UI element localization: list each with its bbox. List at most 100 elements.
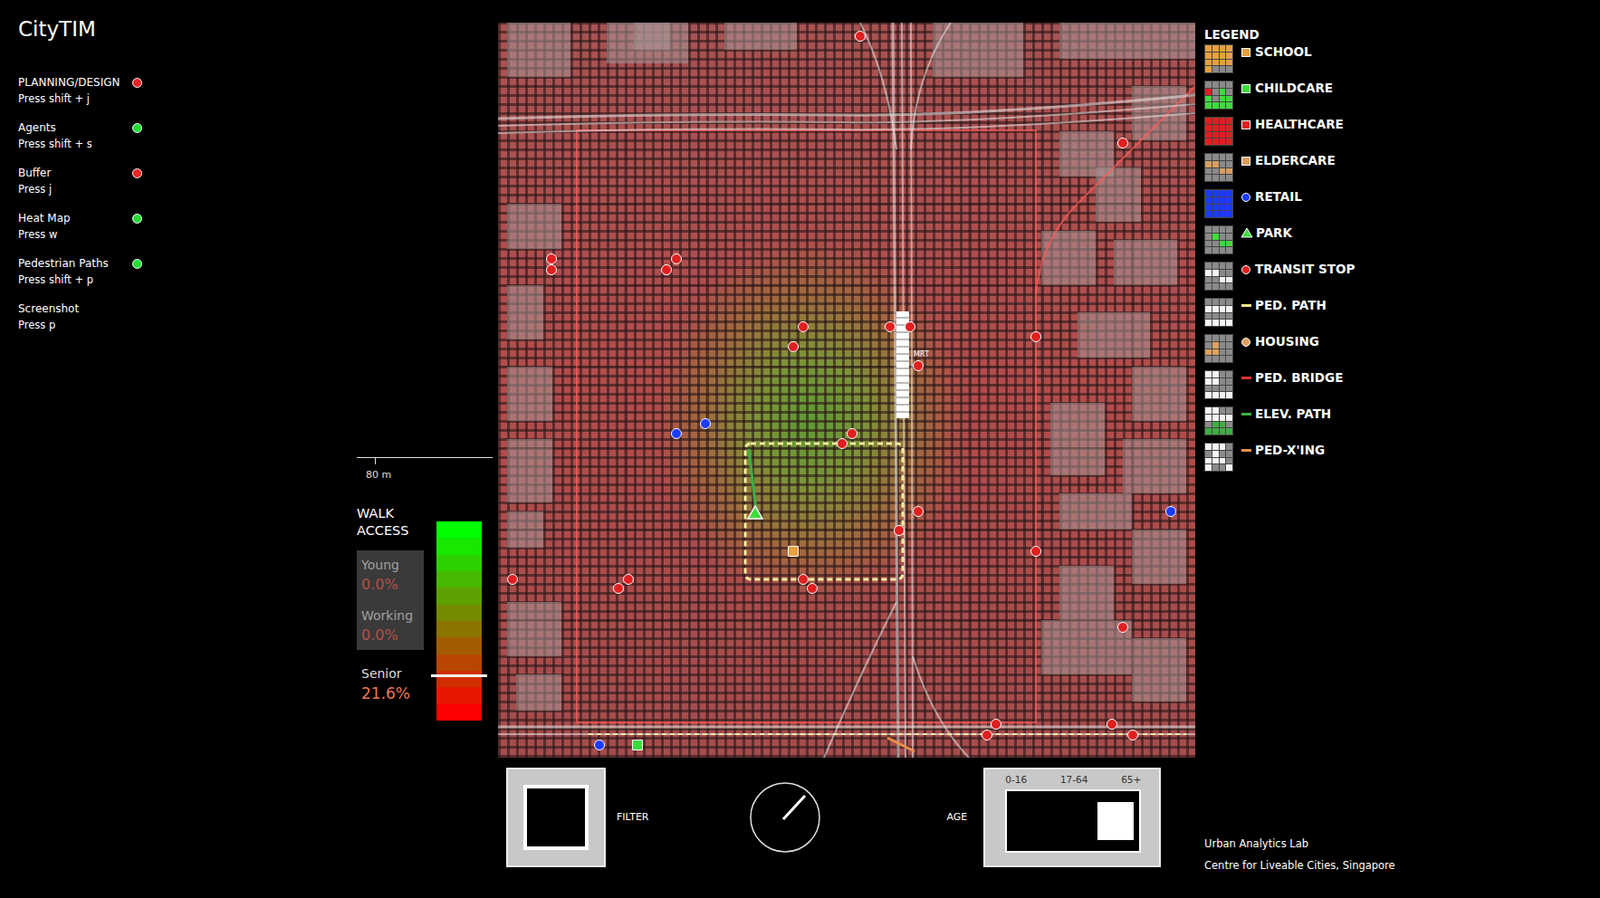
station-stripe bbox=[896, 382, 910, 384]
map-pin[interactable] bbox=[990, 718, 1002, 730]
map-pin[interactable] bbox=[1117, 137, 1129, 149]
walk-body: WALK ACCESS Young0.0% Working0.0%Senior21.… bbox=[356, 505, 493, 721]
building bbox=[1041, 230, 1096, 286]
age-group[interactable]: Young0.0% bbox=[361, 555, 421, 596]
menu-label: Buffer bbox=[18, 164, 133, 182]
age-track[interactable] bbox=[1005, 789, 1141, 853]
legend-label: ELEV. PATH bbox=[1255, 406, 1332, 422]
level-marker bbox=[431, 674, 488, 678]
map-pin[interactable] bbox=[1106, 718, 1118, 730]
legend-item: CHILDCARE bbox=[1204, 80, 1600, 117]
ped-path bbox=[745, 443, 903, 580]
map-pin[interactable] bbox=[981, 729, 993, 741]
legend-label: HEALTHCARE bbox=[1255, 116, 1344, 132]
menu-item[interactable]: BufferPress j bbox=[18, 164, 499, 198]
map-pin[interactable] bbox=[1117, 622, 1129, 633]
center-column: MRTFILTERAGE0-1617-6465+ bbox=[498, 0, 1196, 898]
roads bbox=[498, 22, 1196, 758]
toggle-dot[interactable] bbox=[132, 123, 143, 134]
menu-item[interactable]: ScreenshotPress p bbox=[18, 300, 499, 334]
age-slot[interactable] bbox=[1097, 802, 1135, 841]
map-pin[interactable] bbox=[912, 360, 924, 372]
map-pin[interactable] bbox=[797, 321, 809, 333]
map-pin[interactable] bbox=[797, 574, 809, 585]
map-pin[interactable] bbox=[1030, 331, 1042, 343]
menu-hint: Press shift + p bbox=[18, 271, 145, 288]
age-slot[interactable] bbox=[1054, 802, 1093, 841]
age-group[interactable]: Working0.0% bbox=[361, 606, 421, 647]
legend-item: HEALTHCARE bbox=[1204, 116, 1600, 154]
map-pin[interactable] bbox=[1030, 546, 1042, 557]
toggle-dot[interactable] bbox=[132, 213, 143, 224]
map-pin[interactable] bbox=[546, 264, 557, 276]
map-pin[interactable] bbox=[594, 739, 605, 751]
credits: Urban Analytics LabCentre for Liveable C… bbox=[1204, 837, 1600, 873]
building bbox=[1131, 366, 1187, 422]
map-pin[interactable] bbox=[787, 546, 799, 557]
map-pin[interactable] bbox=[1165, 506, 1177, 518]
map-pin[interactable] bbox=[846, 428, 858, 440]
legend-label: RETAIL bbox=[1255, 189, 1303, 204]
map-pin[interactable] bbox=[507, 574, 518, 585]
age-filter[interactable]: 0-1617-6465+ bbox=[983, 767, 1161, 868]
menu-item[interactable]: Heat MapPress w bbox=[18, 210, 499, 243]
building bbox=[1041, 620, 1132, 675]
legend-label: PED-X'ING bbox=[1255, 442, 1325, 458]
legend-mark bbox=[1241, 337, 1251, 347]
building bbox=[507, 366, 553, 422]
color-step bbox=[436, 654, 482, 671]
park-pin-icon[interactable] bbox=[747, 505, 764, 520]
age-group[interactable]: Senior21.6% bbox=[356, 650, 424, 705]
map-pin[interactable] bbox=[622, 574, 634, 585]
legend-label: PARK bbox=[1255, 225, 1293, 240]
compass-icon[interactable] bbox=[748, 781, 822, 854]
age-tick: 17-64 bbox=[1060, 773, 1089, 786]
boundary-curve bbox=[1035, 86, 1196, 295]
menu-hint: Press shift + s bbox=[18, 135, 145, 153]
building bbox=[1095, 167, 1141, 222]
color-step bbox=[436, 537, 482, 555]
map-pin[interactable] bbox=[699, 418, 711, 430]
toggle-dot[interactable] bbox=[132, 77, 143, 88]
map-pin[interactable] bbox=[670, 428, 682, 440]
building bbox=[1077, 312, 1150, 358]
building bbox=[1131, 638, 1187, 702]
walk-title: WALK ACCESS bbox=[356, 505, 424, 540]
station-stripe bbox=[896, 411, 910, 413]
map-pin[interactable] bbox=[806, 583, 818, 595]
legend-item: SCHOOL bbox=[1204, 44, 1600, 81]
map-pin[interactable] bbox=[546, 253, 557, 265]
map-pin[interactable] bbox=[893, 525, 905, 537]
toggle-dot[interactable] bbox=[132, 168, 143, 179]
age-label: AGE bbox=[947, 811, 968, 824]
map-pin[interactable] bbox=[1127, 729, 1139, 741]
age-slot[interactable] bbox=[1012, 802, 1050, 841]
map-pin[interactable] bbox=[884, 321, 896, 333]
color-step bbox=[436, 637, 482, 654]
walk-access-panel: 80 mWALK ACCESSYoung0.0%Working0.0%Senio… bbox=[356, 457, 493, 721]
map-pin[interactable] bbox=[904, 321, 916, 333]
credit-line: Centre for Liveable Cities, Singapore bbox=[1204, 859, 1600, 873]
age-ticks: 0-1617-6465+ bbox=[1005, 773, 1141, 786]
menu-item[interactable]: AgentsPress shift + s bbox=[18, 119, 499, 153]
map[interactable]: MRT bbox=[498, 22, 1196, 758]
map-pin[interactable] bbox=[613, 583, 624, 595]
controls-bar: FILTERAGE0-1617-6465+ bbox=[498, 766, 1196, 868]
building bbox=[507, 602, 562, 657]
menu-item[interactable]: Pedestrian PathsPress shift + p bbox=[18, 255, 499, 288]
menu-item[interactable]: PLANNING/DESIGNPress shift + j bbox=[18, 74, 499, 107]
filter-box[interactable] bbox=[506, 767, 606, 868]
map-pin[interactable] bbox=[632, 739, 643, 751]
walk-color-bar bbox=[436, 521, 482, 721]
map-pin[interactable] bbox=[912, 506, 924, 518]
map-pin[interactable] bbox=[836, 438, 848, 450]
legend-label: CHILDCARE bbox=[1255, 80, 1333, 96]
toggle-dot[interactable] bbox=[132, 258, 143, 269]
map-pin[interactable] bbox=[854, 30, 866, 42]
station-stripe bbox=[896, 403, 910, 406]
filter-inner bbox=[523, 785, 589, 851]
group-label: Young bbox=[361, 555, 421, 575]
map-pin[interactable] bbox=[661, 264, 672, 276]
map-pin[interactable] bbox=[787, 341, 799, 353]
map-pin[interactable] bbox=[670, 253, 682, 265]
